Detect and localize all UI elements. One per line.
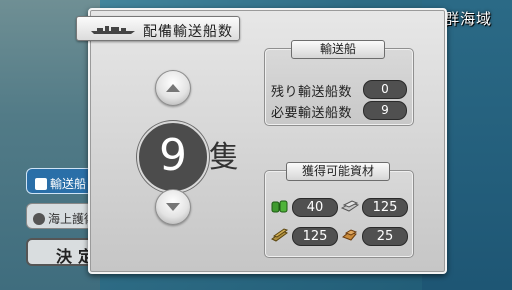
ship-icon: [35, 178, 47, 190]
ship-count-display: 9: [137, 121, 209, 193]
transport-box-title: 輸送船: [291, 40, 385, 59]
transport-menu-label: 輸送船: [50, 177, 87, 191]
required-ships-label: 必要輸送船数: [271, 106, 353, 121]
arrow-down-icon: [166, 203, 180, 211]
ship-silhouette-icon: [91, 26, 135, 34]
map-area-label: 群海域: [444, 10, 493, 28]
bauxite-value: 25: [362, 227, 408, 246]
arrow-up-icon: [166, 84, 180, 92]
dialog-title-tab: 配備輸送船数: [76, 16, 240, 41]
obtainable-resources-box: 獲得可能資材 40 125 125 25: [264, 162, 414, 258]
transport-info-box: 輸送船 残り輸送船数 0 必要輸送船数 9: [264, 40, 414, 126]
dialog-title: 配備輸送船数: [143, 24, 233, 40]
decrease-button[interactable]: [155, 189, 191, 225]
steel-value: 125: [362, 198, 408, 217]
increase-button[interactable]: [155, 70, 191, 106]
ammo-value: 125: [292, 227, 338, 246]
resources-box-title: 獲得可能資材: [286, 162, 390, 181]
fuel-barrels-icon: [271, 200, 288, 213]
fuel-value: 40: [292, 198, 338, 217]
remaining-ships-value: 0: [363, 80, 407, 99]
bauxite-icon: [342, 229, 358, 241]
shield-icon: [33, 213, 45, 225]
ammo-icon: [271, 228, 289, 242]
required-ships-value: 9: [363, 101, 407, 120]
ship-count-unit: 隻: [209, 140, 239, 175]
steel-icon: [341, 200, 359, 212]
remaining-ships-label: 残り輸送船数: [271, 85, 353, 100]
